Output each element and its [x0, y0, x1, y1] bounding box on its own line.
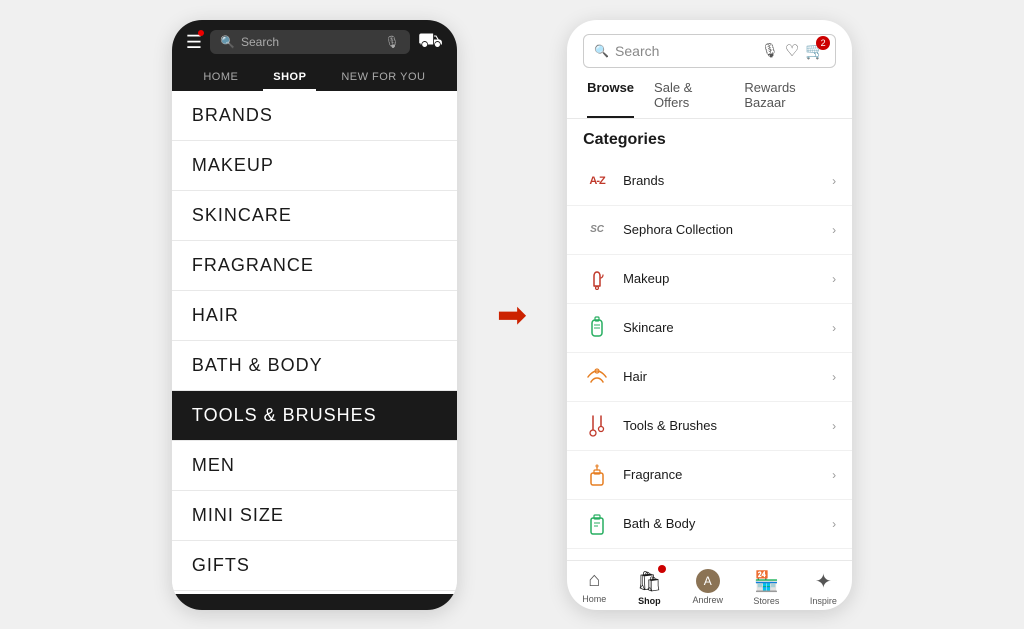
- left-footer: [172, 594, 457, 610]
- footer-tab-inspire[interactable]: ✦ Inspire: [810, 569, 837, 606]
- right-header: 🔍 Search 🎙 ♡ 🛒 2 Browse Sale & Offers Re…: [567, 20, 852, 119]
- footer-label-stores: Stores: [753, 596, 779, 606]
- footer-label-inspire: Inspire: [810, 596, 837, 606]
- left-phone: ☰ 🔍 Search 🎙 ⛟ HOME SHOP NEW FOR YOU Bra…: [172, 20, 457, 610]
- menu-item-gifts[interactable]: Gifts: [172, 541, 457, 591]
- category-label-brands: Brands: [623, 173, 832, 188]
- footer-tab-stores[interactable]: 🏪 Stores: [753, 569, 779, 606]
- right-search-placeholder: Search: [615, 43, 755, 59]
- chevron-icon: ›: [832, 468, 836, 482]
- menu-item-bath-body[interactable]: Bath & Body: [172, 341, 457, 391]
- right-search-bar[interactable]: 🔍 Search 🎙 ♡ 🛒 2: [583, 34, 836, 68]
- chevron-icon: ›: [832, 517, 836, 531]
- chevron-icon: ›: [832, 272, 836, 286]
- hair-icon: [583, 363, 611, 391]
- right-phone: 🔍 Search 🎙 ♡ 🛒 2 Browse Sale & Offers Re…: [567, 20, 852, 610]
- right-nav-tabs: Browse Sale & Offers Rewards Bazaar: [583, 80, 836, 118]
- heart-icon[interactable]: ♡: [785, 41, 799, 61]
- fragrance-icon: [583, 461, 611, 489]
- category-tools-brushes[interactable]: Tools & Brushes ›: [567, 402, 852, 451]
- footer-tab-home[interactable]: ⌂ Home: [582, 569, 606, 606]
- arrow-container: ➡: [497, 294, 527, 336]
- footer-tab-andrew[interactable]: A Andrew: [693, 569, 724, 606]
- category-label-bath-body: Bath & Body: [623, 516, 832, 531]
- search-icon: 🔍: [220, 35, 235, 49]
- bath-body-icon: [583, 510, 611, 538]
- chevron-icon: ›: [832, 370, 836, 384]
- nav-tab-shop[interactable]: SHOP: [263, 65, 316, 91]
- chevron-icon: ›: [832, 419, 836, 433]
- left-search-bar[interactable]: 🔍 Search 🎙: [210, 30, 410, 54]
- menu-item-fragrance[interactable]: Fragrance: [172, 241, 457, 291]
- footer-tab-shop[interactable]: 🛍 Shop: [637, 569, 662, 606]
- tab-rewards-bazaar[interactable]: Rewards Bazaar: [744, 80, 832, 118]
- sephora-icon: SC: [583, 216, 611, 244]
- skincare-icon: [583, 314, 611, 342]
- menu-item-makeup[interactable]: Makeup: [172, 141, 457, 191]
- category-bath-body[interactable]: Bath & Body ›: [567, 500, 852, 549]
- arrow-right-icon: ➡: [497, 294, 527, 336]
- menu-item-skincare[interactable]: Skincare: [172, 191, 457, 241]
- menu-item-brands[interactable]: Brands: [172, 91, 457, 141]
- menu-item-men[interactable]: Men: [172, 441, 457, 491]
- search-placeholder: Search: [241, 35, 279, 49]
- cart-icon[interactable]: ⛟: [418, 30, 443, 55]
- tools-brushes-icon: [583, 412, 611, 440]
- category-sephora[interactable]: SC Sephora Collection ›: [567, 206, 852, 255]
- mic-icon-right[interactable]: 🎙: [761, 42, 779, 59]
- avatar-andrew: A: [696, 569, 720, 593]
- footer-label-home: Home: [582, 594, 606, 604]
- footer-label-andrew: Andrew: [693, 595, 724, 605]
- left-nav-tabs: HOME SHOP NEW FOR YOU: [186, 65, 443, 91]
- category-label-skincare: Skincare: [623, 320, 832, 335]
- right-footer: ⌂ Home 🛍 Shop A Andrew 🏪 Stores ✦ Inspir…: [567, 560, 852, 610]
- inspire-icon: ✦: [815, 569, 832, 594]
- shop-badge: [658, 565, 666, 573]
- category-fragrance[interactable]: Fragrance ›: [567, 451, 852, 500]
- shop-icon: 🛍: [637, 569, 662, 594]
- hamburger-icon[interactable]: ☰: [186, 32, 202, 53]
- menu-item-hair[interactable]: Hair: [172, 291, 457, 341]
- notification-dot: [198, 30, 204, 36]
- menu-item-mini-size[interactable]: Mini Size: [172, 491, 457, 541]
- categories-title: Categories: [567, 131, 852, 157]
- category-skincare[interactable]: Skincare ›: [567, 304, 852, 353]
- chevron-icon: ›: [832, 223, 836, 237]
- category-label-tools-brushes: Tools & Brushes: [623, 418, 832, 433]
- cart-badge: 2: [816, 36, 830, 50]
- stores-icon: 🏪: [754, 569, 779, 594]
- search-icon-right: 🔍: [594, 44, 609, 58]
- nav-tab-new-for-you[interactable]: NEW FOR YOU: [331, 65, 435, 91]
- left-topbar: ☰ 🔍 Search 🎙 ⛟: [186, 30, 443, 55]
- footer-label-shop: Shop: [638, 596, 661, 606]
- home-icon: ⌂: [588, 569, 600, 592]
- left-menu-body: Brands Makeup Skincare Fragrance Hair Ba…: [172, 91, 457, 594]
- category-brands[interactable]: A-Z Brands ›: [567, 157, 852, 206]
- brands-icon: A-Z: [583, 167, 611, 195]
- tab-sale-offers[interactable]: Sale & Offers: [654, 80, 724, 118]
- category-label-sephora: Sephora Collection: [623, 222, 832, 237]
- left-header: ☰ 🔍 Search 🎙 ⛟ HOME SHOP NEW FOR YOU: [172, 20, 457, 91]
- category-label-hair: Hair: [623, 369, 832, 384]
- right-body: Categories A-Z Brands › SC Sephora Colle…: [567, 119, 852, 560]
- makeup-icon: [583, 265, 611, 293]
- category-gifts[interactable]: Gifts ›: [567, 549, 852, 560]
- menu-item-tools-brushes[interactable]: Tools & Brushes: [172, 391, 457, 441]
- tab-browse[interactable]: Browse: [587, 80, 634, 118]
- category-label-fragrance: Fragrance: [623, 467, 832, 482]
- nav-tab-home[interactable]: HOME: [193, 65, 248, 91]
- chevron-icon: ›: [832, 321, 836, 335]
- category-label-makeup: Makeup: [623, 271, 832, 286]
- mic-icon[interactable]: 🎙: [385, 35, 400, 49]
- category-makeup[interactable]: Makeup ›: [567, 255, 852, 304]
- category-hair[interactable]: Hair ›: [567, 353, 852, 402]
- chevron-icon: ›: [832, 174, 836, 188]
- cart-icon-right[interactable]: 🛒 2: [805, 41, 825, 61]
